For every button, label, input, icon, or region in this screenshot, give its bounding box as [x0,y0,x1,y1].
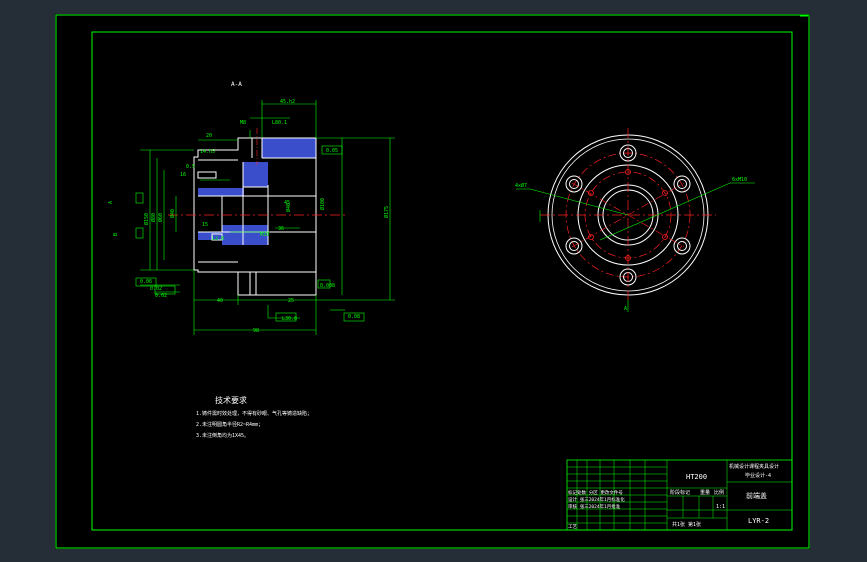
tb-weight-label: 重量 [700,489,710,496]
dim-d100: Ø100 [319,198,326,210]
tech-item-1: 1.铸件需时效处理，不得有砂眼、气孔等铸造缺陷； [196,410,312,417]
dim-36: 36 [278,226,284,232]
tech-item-2: 2.未注明圆角半径R2~R4mm； [196,421,263,428]
front-right-label: 6xM10 [732,177,747,183]
datum-a: A [108,201,114,204]
dim-05: 0.5 [186,164,195,170]
tb-craft: 工艺 [568,524,577,530]
front-left-label: 4xØ7 [515,182,527,189]
tb-project: 机械设计课程夹具设计 [729,463,779,470]
dim-tol5: 0.02 [150,286,162,292]
dim-m10: M10 [260,232,269,238]
tb-scale: 1:1 [716,504,725,510]
section-label: A-A [231,81,242,88]
tb-row-3: 审核 张三2024年1月批准 [568,503,621,510]
tech-title: 技术要求 [215,395,247,405]
dim-40: 40 [217,298,223,304]
model-space [55,14,810,549]
dim-20: 20 [206,133,212,139]
front-bottom-label: A [624,306,627,312]
dim-16: 16 [180,172,186,178]
tech-item-3: 3.未注倒角均为1X45。 [196,432,249,439]
dim-left-60: Ø60 [157,213,164,222]
dim-tol4: 0.06 [140,279,152,285]
dim-left-150: Ø150 [143,213,150,225]
tb-material: HT200 [686,473,707,481]
dim-25: 25 [288,298,294,304]
tb-row-1: 标记处数 分区 更改文件号 [568,489,623,496]
cad-drawing-canvas: A-A 45.h2 20 14.h5 M8 L80.1 45 36 M10 40… [55,14,810,549]
dim-l28: L2.8 [212,236,224,242]
dim-d40-inner: Ø40 [285,203,292,212]
dim-15: 15 [202,222,208,228]
tb-scale-label: 比例 [714,489,724,496]
dim-l80: L80.1 [272,120,287,126]
tb-project2: 毕业设计-4 [745,472,771,479]
dim-right-overall: Ø175 [383,206,390,218]
tb-drawing-no: LYR-2 [748,517,769,525]
dim-left-40: Ø40 [169,209,176,218]
datum-b: B [113,233,119,236]
dim-98: 98 [253,328,259,334]
dim-left-80: Ø80 [150,213,157,222]
tb-sheet: 共1张 第1张 [672,521,701,528]
dim-m8: M8 [240,120,246,126]
tb-row-2: 设计 张三2024年1月标准化 [568,496,625,503]
dim-top-width: 45.h2 [280,99,295,105]
tb-stage-label: 阶段标记 [670,489,690,496]
dim-tol3: 0.08 [348,314,360,320]
dim-14h5: 14.h5 [200,149,215,155]
dim-tol1: 0.05 [326,148,338,154]
tb-part-name: 前端盖 [746,491,767,500]
